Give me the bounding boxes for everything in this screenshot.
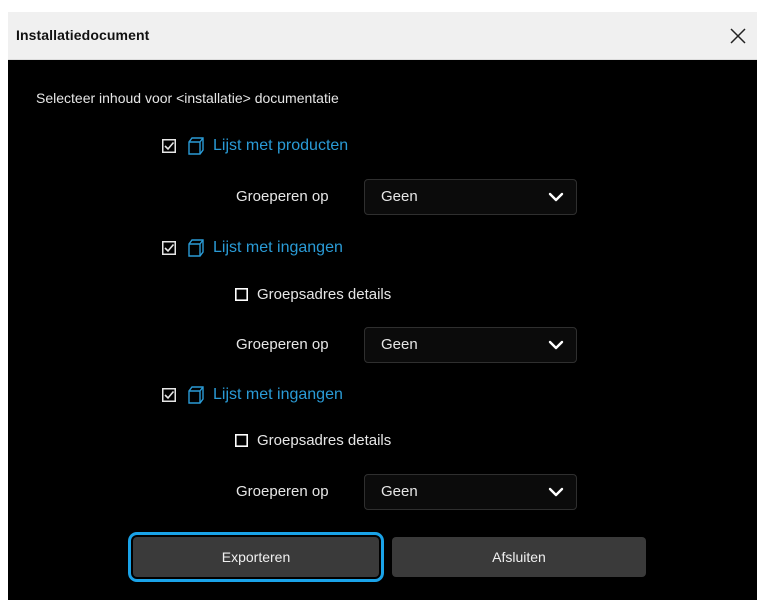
export-button[interactable]: Exporteren (133, 537, 379, 577)
group-by-label: Groeperen op (236, 483, 329, 500)
dialog-title: Installatiedocument (16, 27, 150, 43)
checked-checkbox-icon[interactable] (162, 241, 176, 255)
sub-option-label: Groepsadres details (257, 431, 392, 449)
chevron-down-icon (548, 487, 564, 497)
section-label: Lijst met ingangen (213, 386, 343, 403)
chevron-down-icon (548, 192, 564, 202)
title-bar: Installatiedocument (8, 12, 757, 60)
select-value: Geen (381, 336, 418, 353)
document-cube-icon (188, 239, 204, 257)
group-by-select[interactable]: Geen (364, 474, 577, 510)
group-by-select[interactable]: Geen (364, 327, 577, 363)
section-label: Lijst met producten (213, 137, 349, 154)
unchecked-checkbox-icon[interactable] (235, 287, 248, 301)
checked-checkbox-icon[interactable] (162, 139, 176, 153)
sub-option-label: Groepsadres details (257, 285, 392, 303)
document-cube-icon (188, 137, 204, 155)
select-value: Geen (381, 188, 418, 205)
section-label: Lijst met ingangen (213, 239, 343, 256)
group-by-label: Groeperen op (236, 336, 329, 353)
group-address-details-checkbox[interactable]: Groepsadres details (235, 283, 391, 305)
installation-document-dialog: Installatiedocument Selecteer inhoud voo… (8, 12, 757, 600)
content-prompt: Selecteer inhoud voor <installatie> docu… (36, 90, 339, 106)
close-button[interactable] (717, 12, 757, 59)
unchecked-checkbox-icon[interactable] (235, 433, 248, 447)
checked-checkbox-icon[interactable] (162, 388, 176, 402)
group-by-select[interactable]: Geen (364, 179, 577, 215)
section-inputs-checkbox[interactable]: Lijst met ingangen (162, 383, 343, 407)
chevron-down-icon (548, 340, 564, 350)
group-address-details-checkbox[interactable]: Groepsadres details (235, 429, 391, 451)
section-inputs-checkbox[interactable]: Lijst met ingangen (162, 236, 343, 260)
document-cube-icon (188, 386, 204, 404)
close-icon (730, 28, 746, 44)
section-products-checkbox[interactable]: Lijst met producten (162, 134, 348, 158)
close-dialog-button[interactable]: Afsluiten (392, 537, 646, 577)
group-by-label: Groeperen op (236, 188, 329, 205)
select-value: Geen (381, 483, 418, 500)
